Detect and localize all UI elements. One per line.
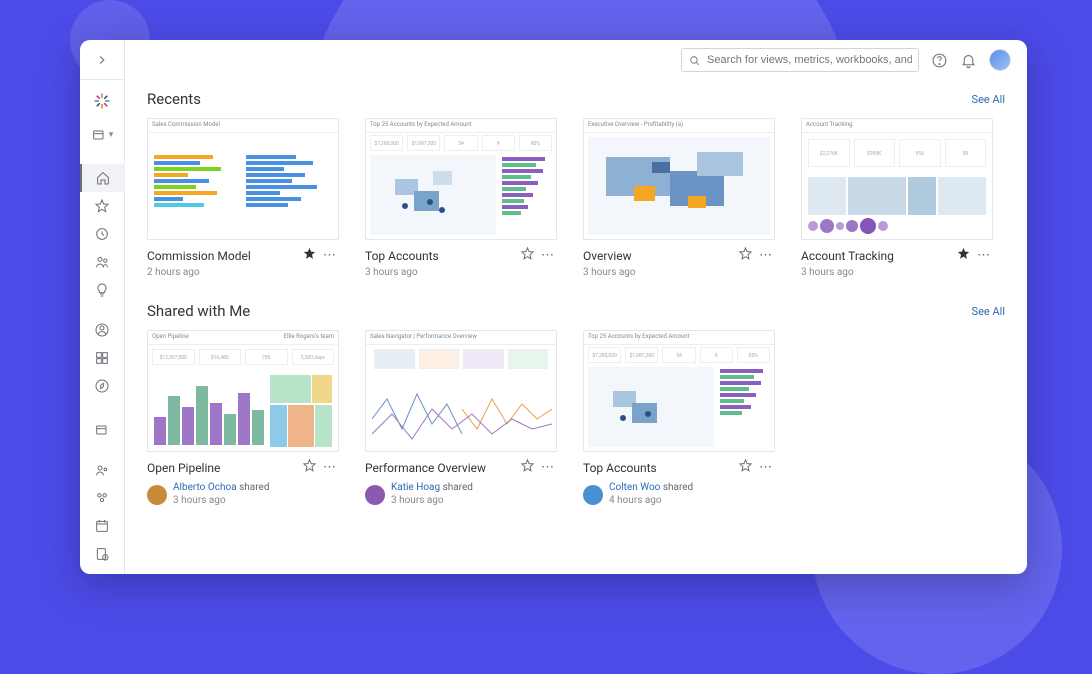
card-thumbnail[interactable]: Executive Overview - Profitability (a) (583, 118, 775, 240)
see-all-link[interactable]: See All (972, 305, 1005, 318)
nav-collections[interactable] (80, 344, 125, 372)
nav-shared[interactable] (80, 248, 125, 276)
card-timestamp: 3 hours ago (801, 267, 993, 278)
nav-home[interactable] (80, 164, 125, 192)
recent-card: Executive Overview - Profitability (a) (583, 118, 775, 278)
search-box[interactable] (681, 48, 919, 72)
favorite-star-icon[interactable] (302, 246, 317, 265)
favorite-star-icon[interactable] (738, 246, 753, 265)
favorite-star-icon[interactable] (302, 458, 317, 477)
card-thumbnail[interactable]: Top 25 Accounts by Expected Amount $7,28… (583, 330, 775, 452)
tableau-logo-icon[interactable] (80, 84, 125, 118)
card-more-button[interactable]: ⋯ (539, 460, 557, 475)
sharer-avatar[interactable] (147, 485, 167, 505)
section-shared: Shared with Me See All Open PipelineElli… (147, 302, 1005, 507)
shared-timestamp: 4 hours ago (609, 495, 662, 506)
recent-card: Account Tracking $2,276K $395K 956 58 (801, 118, 993, 278)
nav-external-assets[interactable] (80, 416, 125, 444)
notifications-icon[interactable] (960, 52, 977, 69)
card-thumbnail[interactable]: Sales Navigator | Performance Overview (365, 330, 557, 452)
content-scroll: Recents See All Sales Commission Model (125, 80, 1027, 574)
shared-card: Open PipelineEllie Rogers's team $12,907… (147, 330, 339, 507)
section-title: Recents (147, 90, 201, 108)
nav-jobs[interactable] (80, 540, 125, 568)
card-timestamp: 2 hours ago (147, 267, 339, 278)
card-timestamp: 3 hours ago (365, 267, 557, 278)
card-timestamp: 3 hours ago (583, 267, 775, 278)
nav-recommendations[interactable] (80, 276, 125, 304)
card-more-button[interactable]: ⋯ (975, 248, 993, 263)
new-workbook-button[interactable]: ▾ (80, 118, 125, 152)
recent-card: Sales Commission Model (147, 118, 339, 278)
card-more-button[interactable]: ⋯ (321, 248, 339, 263)
card-title[interactable]: Top Accounts (583, 461, 734, 475)
favorite-star-icon[interactable] (520, 246, 535, 265)
card-title[interactable]: Open Pipeline (147, 461, 298, 475)
sharer-avatar[interactable] (583, 485, 603, 505)
nav-recents[interactable] (80, 220, 125, 248)
nav-explore[interactable] (80, 372, 125, 400)
nav-schedules[interactable] (80, 512, 125, 540)
card-title[interactable]: Overview (583, 249, 734, 263)
sharer-name[interactable]: Colten Woo (609, 482, 660, 493)
nav-users[interactable] (80, 456, 125, 484)
nav-groups[interactable] (80, 484, 125, 512)
shared-card: Top 25 Accounts by Expected Amount $7,28… (583, 330, 775, 507)
shared-card: Sales Navigator | Performance Overview (365, 330, 557, 507)
shared-timestamp: 3 hours ago (173, 495, 226, 506)
card-title[interactable]: Performance Overview (365, 461, 516, 475)
card-thumbnail[interactable]: Top 25 Accounts by Expected Amount $7,28… (365, 118, 557, 240)
user-avatar[interactable] (989, 49, 1011, 71)
card-more-button[interactable]: ⋯ (757, 460, 775, 475)
favorite-star-icon[interactable] (956, 246, 971, 265)
nav-personal-space[interactable] (80, 316, 125, 344)
favorite-star-icon[interactable] (520, 458, 535, 477)
favorite-star-icon[interactable] (738, 458, 753, 477)
section-title: Shared with Me (147, 302, 250, 320)
card-more-button[interactable]: ⋯ (757, 248, 775, 263)
card-title[interactable]: Top Accounts (365, 249, 516, 263)
card-more-button[interactable]: ⋯ (321, 460, 339, 475)
sharer-name[interactable]: Katie Hoag (391, 482, 440, 493)
sharer-avatar[interactable] (365, 485, 385, 505)
card-thumbnail[interactable]: Open PipelineEllie Rogers's team $12,907… (147, 330, 339, 452)
recent-card: Top 25 Accounts by Expected Amount $7,28… (365, 118, 557, 278)
section-recents: Recents See All Sales Commission Model (147, 90, 1005, 278)
app-window: ▾ (80, 40, 1027, 574)
card-thumbnail[interactable]: Sales Commission Model (147, 118, 339, 240)
card-title[interactable]: Commission Model (147, 249, 298, 263)
card-more-button[interactable]: ⋯ (539, 248, 557, 263)
sidebar-expand-button[interactable] (80, 40, 125, 80)
nav-favorites[interactable] (80, 192, 125, 220)
help-icon[interactable] (931, 52, 948, 69)
card-thumbnail[interactable]: Account Tracking $2,276K $395K 956 58 (801, 118, 993, 240)
shared-timestamp: 3 hours ago (391, 495, 444, 506)
search-icon (688, 54, 701, 67)
see-all-link[interactable]: See All (972, 93, 1005, 106)
sharer-name[interactable]: Alberto Ochoa (173, 482, 237, 493)
main-area: Recents See All Sales Commission Model (125, 40, 1027, 574)
search-input[interactable] (707, 54, 912, 66)
sidebar: ▾ (80, 40, 125, 574)
card-title[interactable]: Account Tracking (801, 249, 952, 263)
topbar (125, 40, 1027, 80)
